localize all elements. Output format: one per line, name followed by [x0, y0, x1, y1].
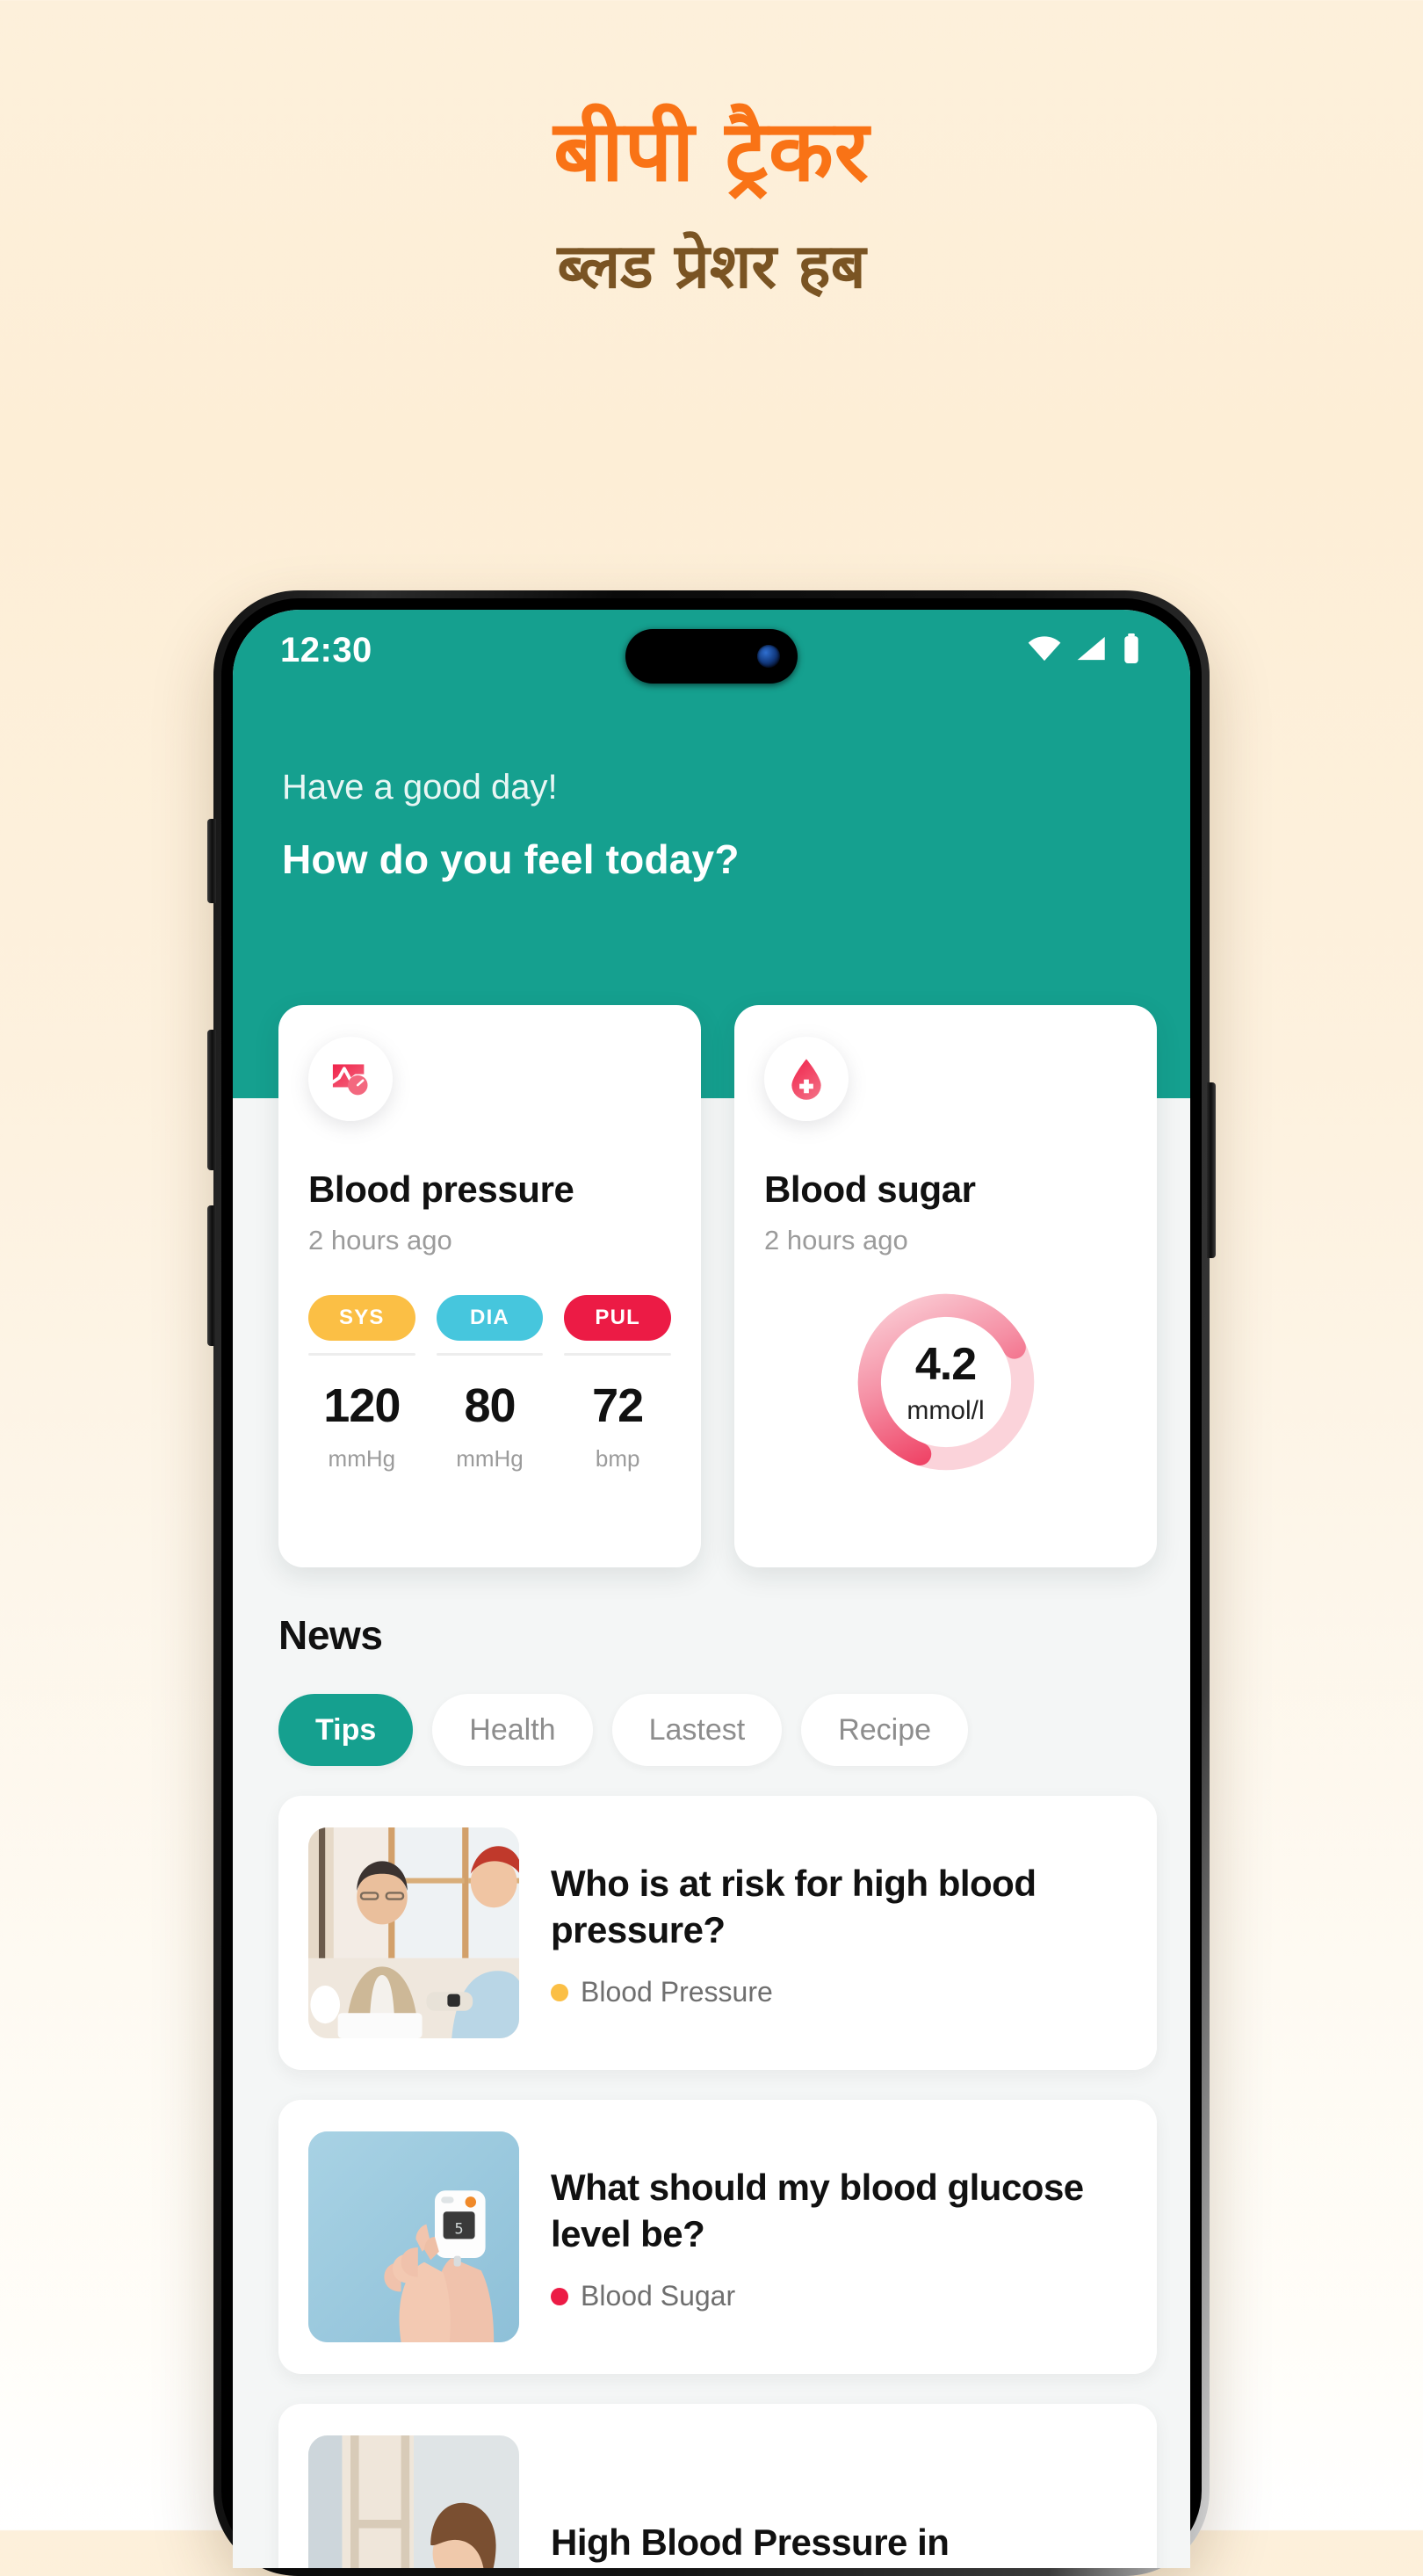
article-tag-label: Blood Sugar: [581, 2280, 736, 2312]
blood-drop-icon: [764, 1037, 849, 1121]
greeting-text: Have a good day!: [282, 768, 558, 807]
tag-dot-icon: [551, 2287, 568, 2305]
battery-icon: [1122, 633, 1141, 668]
divider: [564, 1353, 672, 1356]
sys-unit: mmHg: [328, 1445, 396, 1472]
pul-pill: PUL: [564, 1295, 672, 1341]
news-article-item[interactable]: 5 What should my blood glucose level be?…: [278, 2100, 1157, 2374]
article-title: Who is at risk for high blood pressure?: [551, 1862, 1037, 1950]
bp-label-pills: SYS DIA PUL: [308, 1295, 672, 1341]
blood-sugar-card[interactable]: Blood sugar 2 hours ago 4.2 mmol/l: [734, 1005, 1157, 1567]
bp-card-time: 2 hours ago: [308, 1225, 452, 1255]
article-tag-label: Blood Pressure: [581, 1976, 773, 2008]
bp-chart-icon: [308, 1037, 393, 1121]
promo-header: बीपी ट्रैकर ब्लड प्रेशर हब: [0, 0, 1423, 307]
article-thumbnail-woman-at-home: [308, 2435, 519, 2568]
promo-subtitle: ब्लड प्रेशर हब: [557, 230, 866, 302]
volume-up-button[interactable]: [207, 1030, 216, 1170]
news-section-title: News: [278, 1612, 383, 1658]
blood-sugar-value: 4.2: [914, 1339, 977, 1390]
bp-dividers: [308, 1353, 672, 1356]
blood-sugar-ring-wrap: 4.2 mmol/l: [764, 1286, 1127, 1478]
dia-pill: DIA: [436, 1295, 544, 1341]
sys-value-col: 120 mmHg: [308, 1378, 415, 1473]
tab-recipe[interactable]: Recipe: [801, 1694, 969, 1766]
blood-sugar-unit: mmol/l: [907, 1396, 985, 1425]
pul-value-col: 72 bmp: [564, 1378, 671, 1473]
status-bar-icons: [1027, 633, 1141, 668]
divider: [436, 1353, 544, 1356]
sys-value: 120: [323, 1379, 401, 1432]
tab-lastest[interactable]: Lastest: [611, 1694, 783, 1766]
article-title: What should my blood glucose level be?: [551, 2166, 1084, 2254]
pul-value: 72: [592, 1379, 644, 1432]
blood-sugar-ring-center: 4.2 mmol/l: [850, 1286, 1042, 1478]
mood-question-text: How do you feel today?: [282, 836, 740, 882]
tag-dot-icon: [551, 1983, 568, 2001]
news-article-item[interactable]: High Blood Pressure in: [278, 2404, 1157, 2568]
mute-switch-button[interactable]: [207, 819, 216, 903]
article-thumbnail-glucose-meter: 5: [308, 2131, 519, 2342]
news-article-item[interactable]: Who is at risk for high blood pressure? …: [278, 1796, 1157, 2070]
bp-values-row: 120 mmHg 80 mmHg 72 bmp: [308, 1378, 671, 1473]
dia-value: 80: [464, 1379, 516, 1432]
sys-pill: SYS: [308, 1295, 415, 1341]
metric-cards-row: Blood pressure 2 hours ago SYS DIA PUL 1…: [278, 1005, 1157, 1567]
dia-unit: mmHg: [456, 1445, 524, 1472]
article-body: High Blood Pressure in: [551, 2516, 1127, 2566]
article-thumbnail-elderly-bp-check: [308, 1827, 519, 2038]
pul-unit: bmp: [595, 1445, 640, 1472]
dia-value-col: 80 mmHg: [437, 1378, 544, 1473]
power-button[interactable]: [1207, 1082, 1216, 1258]
volume-down-button[interactable]: [207, 1205, 216, 1346]
article-tag: Blood Sugar: [551, 2280, 1127, 2312]
dynamic-island: [625, 629, 798, 684]
blood-sugar-progress-ring: 4.2 mmol/l: [850, 1286, 1042, 1478]
phone-mockup: 12:30 Have a good day! How do you feel t…: [207, 590, 1216, 2576]
article-body: Who is at risk for high blood pressure? …: [551, 1857, 1127, 2009]
svg-text:5: 5: [455, 2219, 464, 2237]
article-body: What should my blood glucose level be? B…: [551, 2161, 1127, 2313]
article-title: High Blood Pressure in: [551, 2521, 950, 2563]
cellular-signal-icon: [1076, 635, 1108, 666]
front-camera-lens-icon: [757, 645, 780, 668]
phone-bezel: 12:30 Have a good day! How do you feel t…: [221, 598, 1202, 2568]
promo-title: बीपी ट्रैकर: [553, 102, 870, 200]
wifi-icon: [1027, 635, 1062, 666]
article-tag: Blood Pressure: [551, 1976, 1127, 2008]
bs-card-title: Blood sugar: [764, 1169, 976, 1210]
status-bar-clock: 12:30: [280, 630, 372, 669]
divider: [308, 1353, 415, 1356]
phone-screen: 12:30 Have a good day! How do you feel t…: [233, 610, 1190, 2568]
bp-card-title: Blood pressure: [308, 1169, 574, 1210]
greeting-block: Have a good day! How do you feel today?: [282, 768, 740, 883]
tab-tips[interactable]: Tips: [278, 1694, 414, 1766]
phone-frame: 12:30 Have a good day! How do you feel t…: [207, 590, 1216, 2576]
blood-pressure-card[interactable]: Blood pressure 2 hours ago SYS DIA PUL 1…: [278, 1005, 701, 1567]
news-section: News Tips Health Lastest Recipe Who is a…: [278, 1611, 1157, 2568]
news-tabs: Tips Health Lastest Recipe: [278, 1694, 1157, 1766]
tab-health[interactable]: Health: [432, 1694, 593, 1766]
bs-card-time: 2 hours ago: [764, 1225, 908, 1255]
